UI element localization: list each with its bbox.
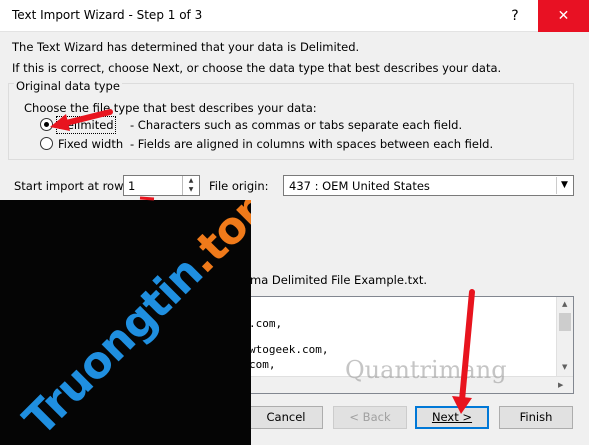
arrow-to-next-icon: [452, 289, 475, 414]
annotation-arrows: [50, 109, 475, 414]
arrow-to-delimited-icon: [50, 109, 113, 131]
arrow-stub-icon: [139, 196, 155, 201]
